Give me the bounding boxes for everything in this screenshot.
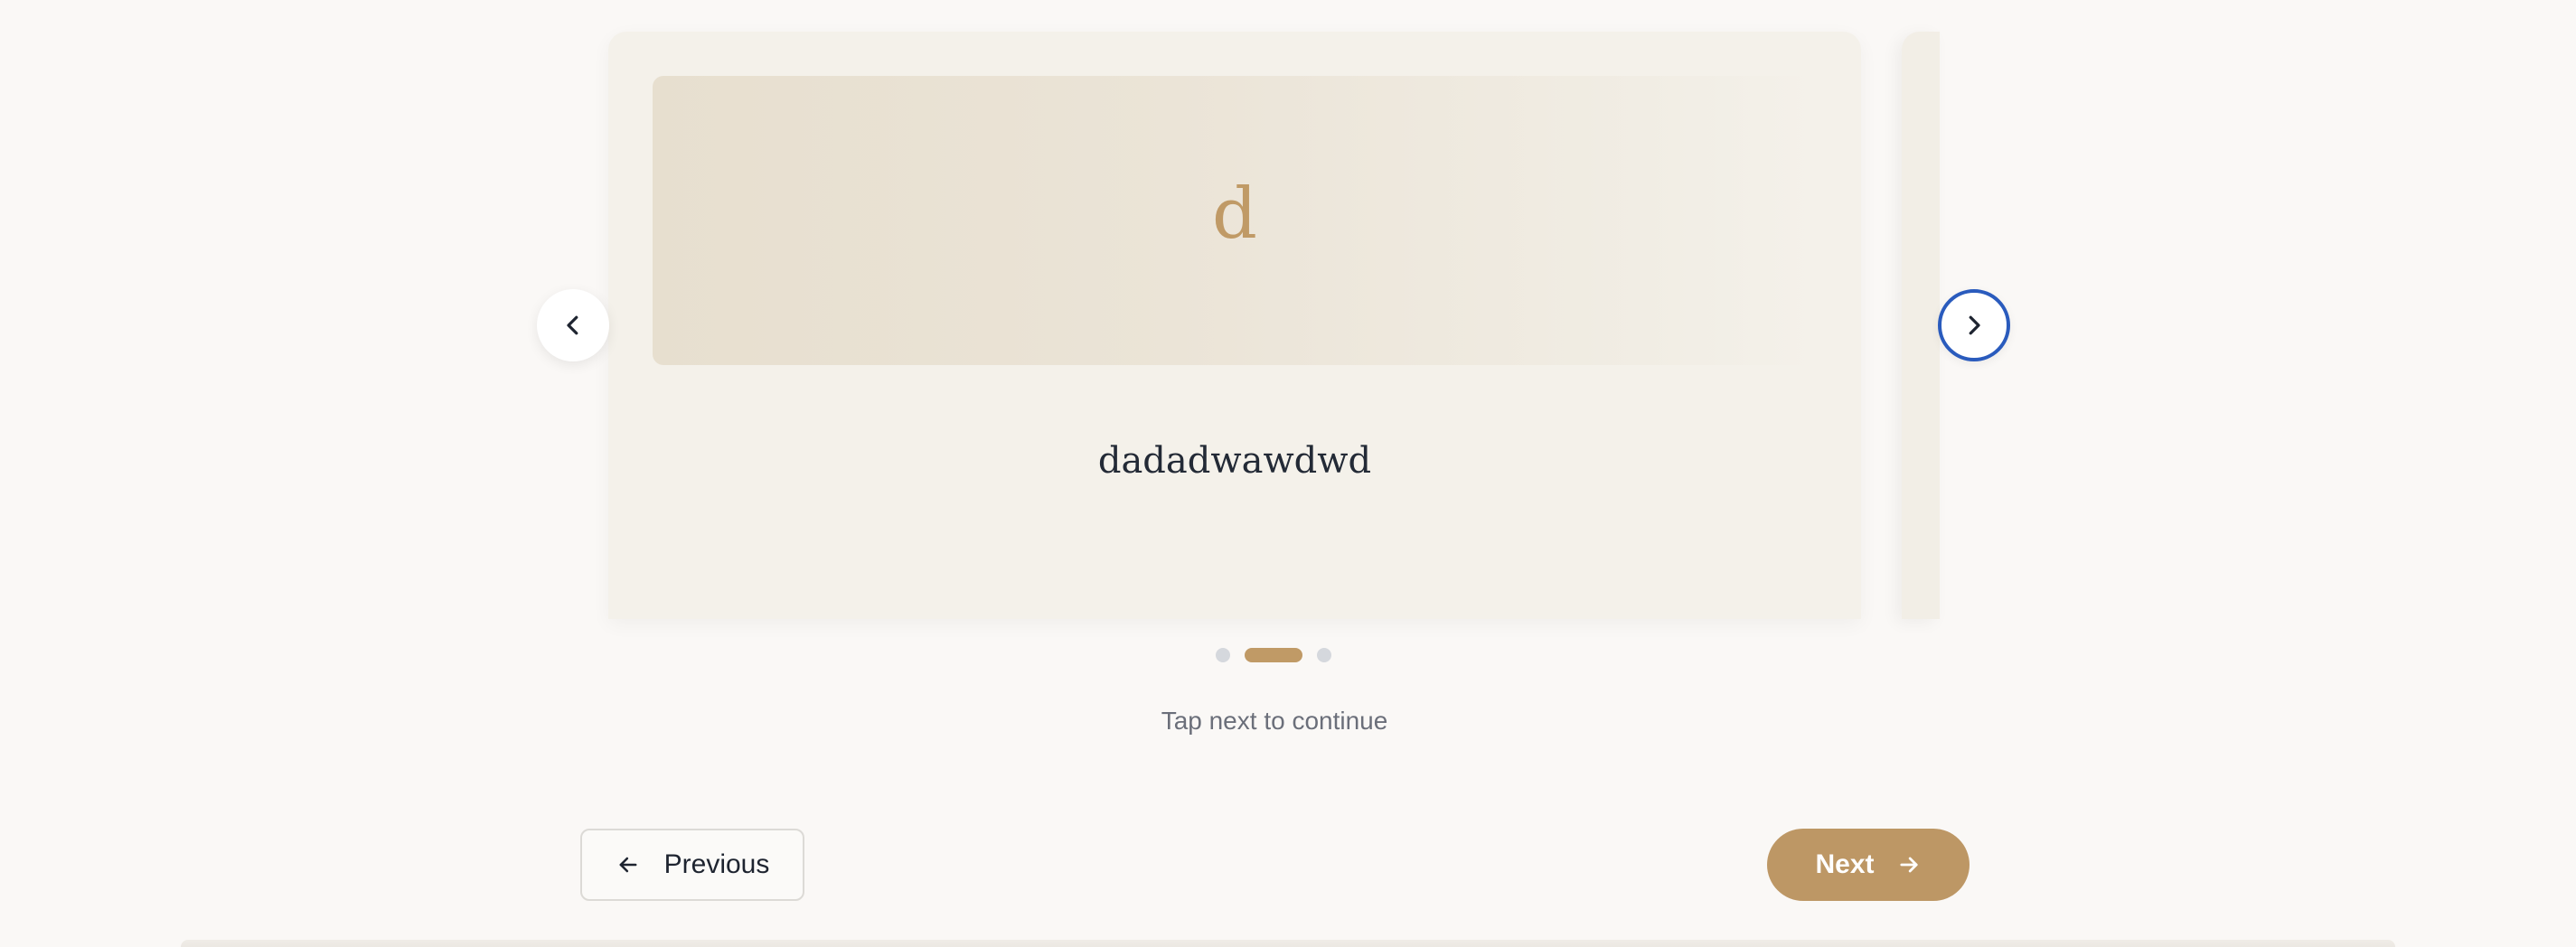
card-title: dadadwawdwd bbox=[1097, 440, 1372, 482]
arrow-right-icon bbox=[1896, 852, 1922, 877]
card-letter: d bbox=[1212, 173, 1257, 255]
carousel-dot-2-active[interactable] bbox=[1245, 648, 1302, 662]
next-button[interactable]: Next bbox=[1767, 829, 1970, 901]
carousel-dot-3[interactable] bbox=[1317, 648, 1331, 662]
carousel-dots bbox=[1216, 647, 1331, 663]
next-button-label: Next bbox=[1815, 849, 1875, 879]
card-media: d bbox=[653, 76, 1817, 365]
next-card-peek[interactable] bbox=[1902, 32, 1940, 619]
carousel-prev-button[interactable] bbox=[537, 289, 609, 361]
previous-button-label: Previous bbox=[663, 849, 770, 879]
chevron-right-icon bbox=[1960, 312, 1988, 339]
arrow-left-icon bbox=[616, 852, 641, 877]
hint-text: Tap next to continue bbox=[1161, 707, 1388, 735]
onboarding-screen: d dadadwawdwd Tap next to continue Previ… bbox=[0, 0, 2576, 947]
carousel-dot-1[interactable] bbox=[1216, 648, 1230, 662]
carousel-next-button[interactable] bbox=[1938, 289, 2010, 361]
carousel-card: d dadadwawdwd bbox=[608, 32, 1861, 619]
previous-button[interactable]: Previous bbox=[580, 829, 804, 901]
chevron-left-icon bbox=[559, 312, 587, 339]
bottom-panel-edge bbox=[181, 940, 2395, 947]
